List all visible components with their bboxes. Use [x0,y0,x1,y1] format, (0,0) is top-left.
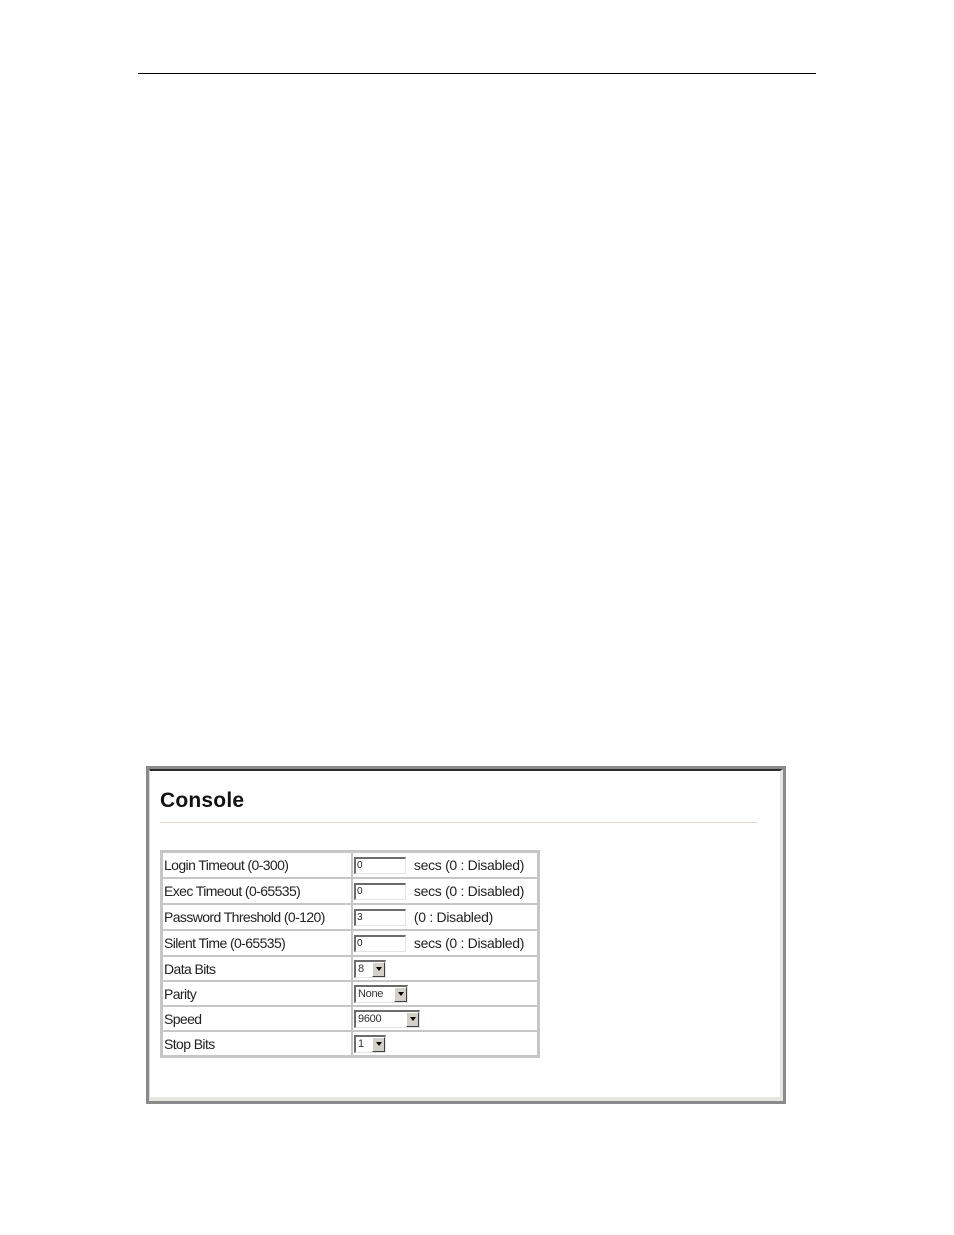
silent-time-unit: secs (0 : Disabled) [413,935,525,952]
data-bits-select[interactable]: 8 [354,959,386,978]
chevron-down-icon [375,1042,382,1047]
data-bits-selected-value: 8 [358,962,364,975]
data-bits-cell: 8 [352,956,538,981]
password-threshold-unit: (0 : Disabled) [413,909,493,926]
speed-select[interactable]: 9600 [354,1009,420,1028]
stop-bits-dropdown-button[interactable] [372,1036,385,1052]
data-bits-label: Data Bits [162,956,352,981]
chevron-down-icon [375,967,382,972]
silent-time-label: Silent Time (0-65535) [162,930,352,956]
parity-selected-value: None [358,987,384,1000]
chevron-down-icon [409,1017,416,1022]
login-timeout-unit: secs (0 : Disabled) [413,857,525,874]
table-row-parity: Parity None [162,981,538,1006]
password-threshold-label: Password Threshold (0-120) [162,904,352,930]
speed-label: Speed [162,1006,352,1031]
stop-bits-selected-value: 1 [358,1037,364,1050]
silent-time-input[interactable] [354,934,406,952]
table-row-speed: Speed 9600 [162,1006,538,1031]
parity-dropdown-button[interactable] [394,986,407,1002]
speed-dropdown-button[interactable] [406,1011,419,1027]
login-timeout-input[interactable] [354,856,406,874]
password-threshold-cell: (0 : Disabled) [352,904,538,930]
table-row-exec-timeout: Exec Timeout (0-65535) secs (0 : Disable… [162,878,538,904]
exec-timeout-cell: secs (0 : Disabled) [352,878,538,904]
console-panel: Console Login Timeout (0-300) secs (0 : … [149,769,783,1101]
speed-cell: 9600 [352,1006,538,1031]
stop-bits-label: Stop Bits [162,1031,352,1056]
console-screenshot-frame: Console Login Timeout (0-300) secs (0 : … [146,766,786,1104]
login-timeout-cell: secs (0 : Disabled) [352,852,538,878]
table-row-login-timeout: Login Timeout (0-300) secs (0 : Disabled… [162,852,538,878]
table-row-stop-bits: Stop Bits 1 [162,1031,538,1056]
parity-label: Parity [162,981,352,1006]
page-header-rule [138,73,816,74]
exec-timeout-unit: secs (0 : Disabled) [413,883,525,900]
speed-selected-value: 9600 [358,1012,382,1025]
exec-timeout-label: Exec Timeout (0-65535) [162,878,352,904]
stop-bits-cell: 1 [352,1031,538,1056]
chevron-down-icon [397,992,404,997]
exec-timeout-input[interactable] [354,882,406,900]
parity-cell: None [352,981,538,1006]
password-threshold-input[interactable] [354,908,406,926]
stop-bits-select[interactable]: 1 [354,1034,386,1053]
title-divider [160,822,757,823]
console-settings-table: Login Timeout (0-300) secs (0 : Disabled… [160,850,540,1058]
parity-select[interactable]: None [354,984,408,1003]
table-row-silent-time: Silent Time (0-65535) secs (0 : Disabled… [162,930,538,956]
data-bits-dropdown-button[interactable] [372,961,385,977]
table-row-password-threshold: Password Threshold (0-120) (0 : Disabled… [162,904,538,930]
table-row-data-bits: Data Bits 8 [162,956,538,981]
silent-time-cell: secs (0 : Disabled) [352,930,538,956]
login-timeout-label: Login Timeout (0-300) [162,852,352,878]
page-title: Console [160,789,245,812]
